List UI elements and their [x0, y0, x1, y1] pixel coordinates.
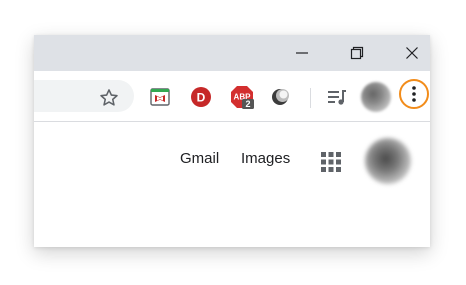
svg-text:2: 2	[245, 99, 250, 109]
close-button[interactable]	[389, 35, 430, 71]
dark-reader-icon[interactable]	[269, 86, 291, 108]
mcafee-webadvisor-icon[interactable]	[149, 86, 171, 108]
google-account-avatar[interactable]	[365, 138, 411, 184]
svg-text:D: D	[197, 91, 206, 105]
three-dot-menu-icon	[412, 86, 416, 102]
browser-window: D ABP 2 Gmail Images	[34, 35, 430, 247]
page-content: Gmail Images	[34, 122, 430, 247]
title-bar	[34, 35, 430, 71]
minimize-icon	[296, 52, 308, 54]
media-queue-icon[interactable]	[326, 86, 348, 108]
chrome-menu-button[interactable]	[399, 79, 429, 109]
apps-grid-icon[interactable]	[320, 151, 342, 173]
minimize-button[interactable]	[279, 35, 325, 71]
gmail-link[interactable]: Gmail	[180, 150, 219, 168]
star-icon[interactable]	[98, 87, 120, 109]
screenshot-stage: D ABP 2 Gmail Images	[0, 0, 466, 285]
close-icon	[406, 47, 418, 59]
browser-toolbar: D ABP 2	[34, 71, 430, 122]
profile-avatar[interactable]	[361, 82, 391, 112]
restore-icon	[350, 46, 364, 60]
d-extension-icon[interactable]: D	[190, 86, 212, 108]
adblock-plus-icon[interactable]: ABP 2	[230, 85, 254, 109]
images-link[interactable]: Images	[241, 150, 290, 168]
restore-button[interactable]	[334, 35, 380, 71]
toolbar-separator	[310, 88, 311, 108]
